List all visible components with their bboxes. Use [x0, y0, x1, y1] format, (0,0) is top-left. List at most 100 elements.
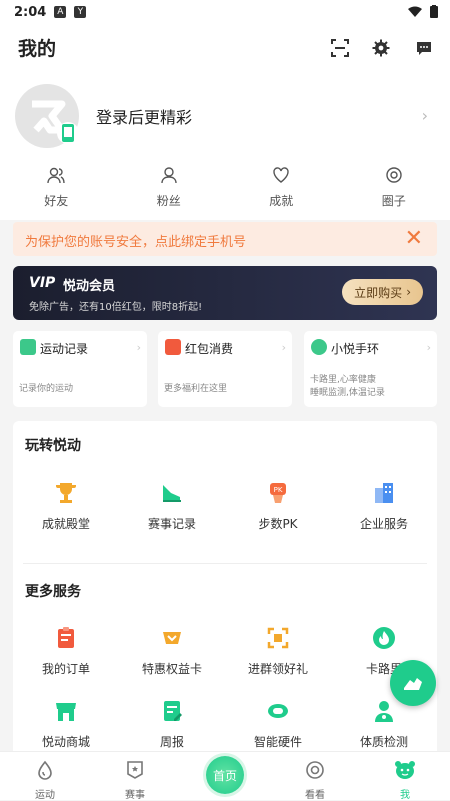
shoe-icon	[160, 481, 184, 505]
app-header: 我的	[0, 24, 450, 70]
fire-icon	[372, 626, 396, 650]
notification-app-icon: Y	[74, 6, 86, 18]
tab-label: 看看	[270, 786, 360, 801]
grid-label: 周报	[119, 733, 225, 750]
banner-text[interactable]: 为保护您的账号安全，点此绑定手机号	[25, 231, 246, 250]
tab-me[interactable]: 我	[360, 752, 450, 800]
grid-item-orders[interactable]: 我的订单	[13, 626, 119, 677]
chevron-right-icon: ›	[406, 285, 411, 299]
grid-item-discount-card[interactable]: 特惠权益卡	[119, 626, 225, 677]
vip-description: 免除广告，还有10倍红包，限时8折起!	[29, 298, 202, 313]
vip-banner[interactable]: VIP 悦动会员 免除广告，还有10倍红包，限时8折起! 立即购买 ›	[13, 266, 437, 320]
login-prompt[interactable]: 登录后更精彩	[96, 104, 192, 128]
card-subtitle: 更多福利在这里	[164, 381, 227, 394]
grid-label: 进群领好礼	[225, 660, 331, 677]
start-run-button[interactable]	[390, 660, 436, 706]
grid-label: 步数PK	[225, 515, 331, 532]
grid-label: 体质检测	[331, 733, 437, 750]
look-icon	[305, 760, 325, 780]
scan-button[interactable]	[328, 36, 352, 60]
stat-friends[interactable]: 好友	[0, 166, 113, 209]
grid-item-join-group[interactable]: 进群领好礼	[225, 626, 331, 677]
shop-icon	[54, 699, 78, 723]
tab-look[interactable]: 看看	[270, 752, 360, 800]
grid-item-smart-hardware[interactable]: 智能硬件	[225, 699, 331, 750]
grid-label: 智能硬件	[225, 733, 331, 750]
bind-phone-badge[interactable]	[57, 122, 79, 144]
grid-item-achievements[interactable]: 成就殿堂	[13, 481, 119, 532]
circle-icon	[385, 166, 403, 184]
grid-label: 特惠权益卡	[119, 660, 225, 677]
bind-phone-banner[interactable]: 为保护您的账号安全，点此绑定手机号 ✕	[13, 222, 437, 256]
report-icon	[160, 699, 184, 723]
badge-icon	[125, 760, 145, 780]
grid-label: 我的订单	[13, 660, 119, 677]
trophy-icon	[54, 481, 78, 505]
settings-button[interactable]	[369, 36, 393, 60]
card-subtitle: 卡路里,心率健康 睡眠监测,体温记录	[310, 374, 385, 400]
stat-circles[interactable]: 圈子	[338, 166, 450, 209]
order-icon	[54, 626, 78, 650]
scan-icon	[266, 626, 290, 650]
run-icon	[35, 760, 55, 780]
status-time: 2:04	[14, 5, 46, 20]
play-grid: 成就殿堂 赛事记录 PK 步数PK 企业服务	[13, 481, 437, 532]
stat-achievements[interactable]: 成就	[225, 166, 338, 209]
friends-icon	[47, 166, 65, 184]
band-icon	[266, 699, 290, 723]
grid-item-enterprise[interactable]: 企业服务	[331, 481, 437, 532]
stat-label: 圈子	[338, 192, 450, 209]
chevron-right-icon: ›	[427, 341, 431, 354]
grid-item-step-pk[interactable]: PK 步数PK	[225, 481, 331, 532]
vip-logo: VIP	[29, 275, 55, 291]
profile-section: 登录后更精彩 › 好友 粉丝 成就 圈子	[0, 70, 450, 220]
section-divider	[23, 563, 427, 564]
tab-sport[interactable]: 运动	[0, 752, 90, 800]
section-title: 更多服务	[25, 581, 81, 601]
tab-label: 首页	[213, 767, 237, 784]
tab-label: 运动	[0, 786, 90, 801]
grid-label: 企业服务	[331, 515, 437, 532]
page-title: 我的	[18, 34, 56, 61]
buy-now-label: 立即购买	[354, 284, 402, 301]
card-title: 运动记录	[40, 340, 88, 357]
card-title: 小悦手环	[331, 340, 379, 357]
phone-icon	[61, 124, 75, 142]
chevron-right-icon: ›	[282, 341, 286, 354]
grid-item-weekly-report[interactable]: 周报	[119, 699, 225, 750]
chevron-right-icon[interactable]: ›	[422, 106, 428, 125]
grid-item-fitness-test[interactable]: 体质检测	[331, 699, 437, 750]
grid-item-race-records[interactable]: 赛事记录	[119, 481, 225, 532]
grid-label: 悦动商城	[13, 733, 119, 750]
chevron-right-icon: ›	[137, 341, 141, 354]
tab-events[interactable]: 赛事	[90, 752, 180, 800]
stat-label: 成就	[225, 192, 338, 209]
vip-title: 悦动会员	[63, 275, 115, 294]
messages-button[interactable]	[412, 36, 436, 60]
card-title: 红包消费	[185, 340, 233, 357]
shoe-icon	[402, 672, 424, 694]
home-icon: 首页	[206, 756, 244, 794]
me-icon	[394, 760, 416, 780]
more-grid-row-1: 我的订单 特惠权益卡 进群领好礼 卡路里	[13, 626, 437, 677]
buy-now-button[interactable]: 立即购买 ›	[342, 279, 423, 305]
wifi-icon	[408, 6, 422, 17]
notification-a-icon: A	[54, 6, 66, 18]
heart-icon	[272, 166, 290, 184]
close-icon[interactable]: ✕	[405, 226, 423, 251]
tab-label: 赛事	[90, 786, 180, 801]
card-icon	[160, 626, 184, 650]
status-bar: 2:04 A Y	[0, 0, 450, 24]
stat-label: 好友	[0, 192, 113, 209]
doctor-icon	[372, 699, 396, 723]
record-icon	[20, 339, 36, 355]
more-grid-row-2: 悦动商城 周报 智能硬件 体质检测	[13, 699, 437, 750]
grid-label: 赛事记录	[119, 515, 225, 532]
battery-icon	[430, 5, 438, 18]
grid-label: 成就殿堂	[13, 515, 119, 532]
stat-fans[interactable]: 粉丝	[113, 166, 226, 209]
grid-item-shop[interactable]: 悦动商城	[13, 699, 119, 750]
fans-icon	[160, 166, 178, 184]
tab-home[interactable]: 首页	[180, 752, 270, 800]
services-panel: 玩转悦动 成就殿堂 赛事记录 PK 步数PK 企业服务 更多服务 我的订单 特惠…	[13, 421, 437, 761]
